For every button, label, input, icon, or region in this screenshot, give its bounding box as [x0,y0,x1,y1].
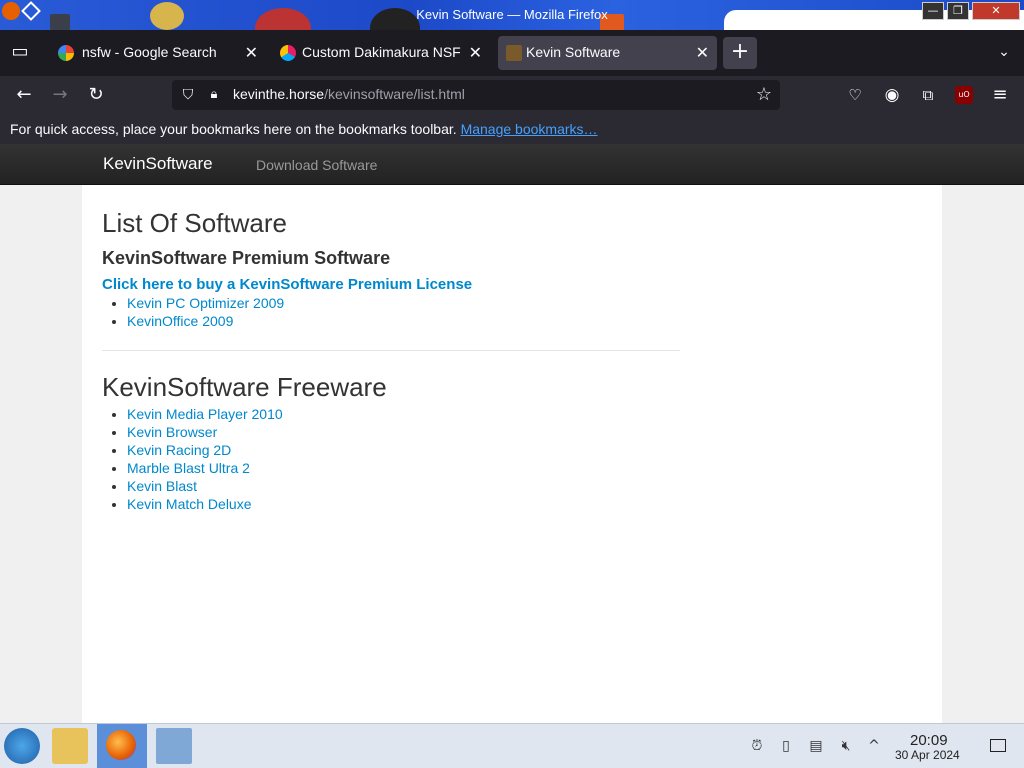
list-all-tabs-icon[interactable]: ⌄ [992,40,1016,64]
navigation-toolbar: ← → ↻ ⛉ 🔒︎ kevinthe.horse/kevinsoftware/… [0,76,1024,114]
manage-bookmarks-link[interactable]: Manage bookmarks… [461,121,598,137]
close-tab-icon[interactable]: ✕ [245,43,258,63]
software-link[interactable]: KevinOffice 2009 [127,313,233,329]
list-item: Kevin Blast [127,477,682,495]
lock-icon[interactable]: 🔒︎ [202,83,226,107]
buy-license-link[interactable]: Click here to buy a KevinSoftware Premiu… [102,276,682,294]
back-arrow-icon[interactable]: ← [12,83,36,107]
premium-heading: KevinSoftware Premium Software [102,248,391,268]
file-manager-icon[interactable] [52,728,88,764]
firefox-taskbar-button[interactable] [97,724,147,768]
url-text[interactable]: kevinthe.horse/kevinsoftware/list.html [233,86,465,102]
control-panel-icon[interactable] [156,728,192,764]
bookmarks-toolbar: For quick access, place your bookmarks h… [0,114,1024,144]
reload-icon[interactable]: ↻ [84,83,108,107]
extensions-icon[interactable]: ⧉ [916,83,940,107]
new-tab-button[interactable]: + [723,37,757,69]
window-title: Kevin Software — Mozilla Firefox [416,7,608,22]
hamburger-menu-icon[interactable]: ≡ [988,83,1012,107]
notification-bell-icon[interactable]: ⏰︎ [749,738,765,754]
clipboard-icon[interactable]: ▯ [778,738,794,754]
list-item: Kevin PC Optimizer 2009 [127,294,682,312]
forward-arrow-icon[interactable]: → [48,83,72,107]
software-link[interactable]: Kevin Racing 2D [127,442,231,458]
software-link[interactable]: Kevin Match Deluxe [127,496,252,512]
kevin-icon [506,45,522,61]
url-bar[interactable]: ⛉ 🔒︎ kevinthe.horse/kevinsoftware/list.h… [172,80,780,110]
software-link[interactable]: Kevin PC Optimizer 2009 [127,295,284,311]
show-desktop-icon[interactable] [990,739,1006,752]
window-titlebar: Kevin Software — Mozilla Firefox — ❐ ✕ [0,0,1024,30]
software-link[interactable]: Kevin Blast [127,478,197,494]
account-icon[interactable]: ◉ [880,83,904,107]
google-icon [58,45,74,61]
content-container: List Of Software KevinSoftware Premium S… [82,185,942,723]
freeware-list: Kevin Media Player 2010 Kevin Browser Ke… [127,405,682,513]
clock-time[interactable]: 20:09 [910,732,948,749]
site-brand[interactable]: KevinSoftware [103,154,213,174]
freeware-heading: KevinSoftware Freeware [102,372,387,402]
clock-date[interactable]: 30 Apr 2024 [895,748,960,762]
list-item: Kevin Browser [127,423,682,441]
close-tab-icon[interactable]: ✕ [469,43,482,63]
tab-label: Kevin Software [526,44,621,60]
tab-strip: ▭ nsfw - Google Search ✕ Custom Dakimaku… [0,30,1024,76]
battery-icon[interactable]: ▤ [808,738,824,754]
list-item: Kevin Media Player 2010 [127,405,682,423]
bookmarks-message: For quick access, place your bookmarks h… [10,121,457,137]
premium-list: Kevin PC Optimizer 2009 KevinOffice 2009 [127,294,682,330]
tab-label: Custom Dakimakura NSF [302,44,461,60]
tab-label: nsfw - Google Search [82,44,217,60]
list-item: Kevin Match Deluxe [127,495,682,513]
ublock-icon[interactable]: uO [955,86,973,104]
minimize-button[interactable]: — [922,2,944,20]
bookmark-star-icon[interactable]: ☆ [752,83,776,107]
list-item: Marble Blast Ultra 2 [127,459,682,477]
color-wheel-icon [280,45,296,61]
taskbar: ⏰︎ ▯ ▤ 🔇︎ ^ 20:09 30 Apr 2024 [0,723,1024,768]
download-software-link[interactable]: Download Software [256,157,377,173]
firefox-icon [106,730,136,760]
site-navbar: KevinSoftware Download Software [0,144,1024,185]
url-domain: kevinthe.horse [233,86,325,102]
url-path: /kevinsoftware/list.html [324,86,465,102]
maximize-button[interactable]: ❐ [947,2,969,20]
tab-kevin-software[interactable]: Kevin Software ✕ [498,36,717,70]
tab-google-search[interactable]: nsfw - Google Search ✕ [48,36,266,70]
muted-speaker-icon[interactable]: 🔇︎ [838,738,854,754]
pocket-icon[interactable]: ♡ [843,83,867,107]
firefox-view-icon[interactable]: ▭ [8,40,32,64]
close-window-button[interactable]: ✕ [972,2,1020,20]
list-item: Kevin Racing 2D [127,441,682,459]
show-hidden-icons-icon[interactable]: ^ [866,738,882,754]
page-body: List Of Software KevinSoftware Premium S… [0,185,1024,723]
section-divider [102,350,680,351]
list-item: KevinOffice 2009 [127,312,682,330]
page-title: List Of Software [102,208,287,238]
software-link[interactable]: Marble Blast Ultra 2 [127,460,250,476]
software-link[interactable]: Kevin Browser [127,424,217,440]
close-tab-icon[interactable]: ✕ [696,43,709,63]
software-link[interactable]: Kevin Media Player 2010 [127,406,283,422]
tab-dakimakura[interactable]: Custom Dakimakura NSF ✕ [272,36,490,70]
start-menu-icon[interactable] [4,728,40,764]
shield-icon[interactable]: ⛉ [176,83,200,107]
